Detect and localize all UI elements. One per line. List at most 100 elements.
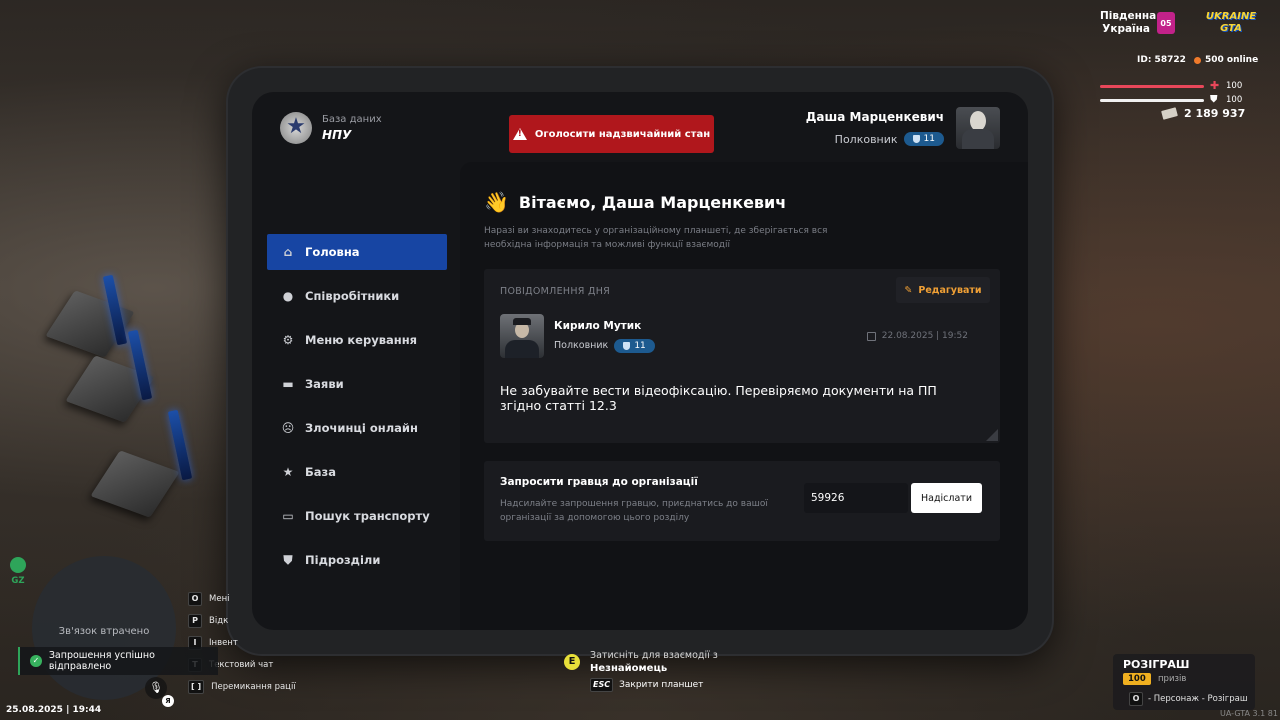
player-id-input[interactable] <box>804 483 908 513</box>
sidebar-item-control-menu[interactable]: ⚙ Меню керування <box>267 322 447 358</box>
users-icon: ● <box>282 289 294 303</box>
player-id: ID: 58722 <box>1137 55 1186 65</box>
sidebar-item-label: Підрозділи <box>305 553 381 567</box>
version-label: UA-GTA 3.1 81 <box>1220 709 1278 718</box>
police-star-icon <box>280 112 312 144</box>
armor-value: 100 <box>1226 95 1243 105</box>
money-display: 2 189 937 <box>1161 107 1245 120</box>
sidebar-item-vehicle-search[interactable]: ▭ Пошук транспорту <box>267 498 447 534</box>
region-line: Південна <box>1100 10 1157 22</box>
profile-rank: Полковник <box>834 132 898 146</box>
sidebar-item-label: Злочинці онлайн <box>305 421 418 435</box>
armor-bar <box>1100 99 1204 102</box>
page-title: 👋 Вітаємо, Даша Марценкевич <box>484 190 786 214</box>
giveaway-key: O <box>1129 692 1143 706</box>
sidebar-item-units[interactable]: ⛊ Підрозділи <box>267 542 447 578</box>
giveaway-subtitle: призів <box>1158 674 1187 684</box>
rank-badge-number: 11 <box>923 134 935 144</box>
server-number-badge: 05 <box>1157 12 1175 34</box>
user-profile: Даша Марценкевич Полковник 11 <box>806 107 1000 149</box>
pencil-icon: ✎ <box>904 284 913 296</box>
intro-text: Наразі ви знаходитесь у організаційному … <box>484 226 828 250</box>
author-avatar <box>500 314 544 358</box>
sidebar-item-applications[interactable]: ▬ Заяви <box>267 366 447 402</box>
armor-shield-icon: ⛊ <box>1210 94 1218 105</box>
folder-icon: ▬ <box>282 377 294 391</box>
send-invite-button[interactable]: Надіслати <box>911 483 982 513</box>
brand-line: GTA <box>1220 23 1242 34</box>
health-cross-icon: ✚ <box>1210 79 1220 92</box>
message-of-the-day-card: ПОВІДОМЛЕННЯ ДНЯ ✎ Редагувати Кирило Мут… <box>484 269 1000 443</box>
health-bar <box>1100 85 1204 88</box>
sidebar-nav: ⌂ Головна ● Співробітники ⚙ Меню керуван… <box>267 234 447 586</box>
avatar <box>956 107 1000 149</box>
game-datetime: 25.08.2025 | 19:44 <box>6 705 102 715</box>
author-rank-badge: 11 <box>614 338 655 353</box>
criminal-icon: ☹ <box>281 421 295 435</box>
sidebar-item-label: Співробітники <box>305 289 400 303</box>
badge-shield-icon <box>623 341 631 350</box>
interact-target: Незнайомець <box>590 663 668 674</box>
motd-label: ПОВІДОМЛЕННЯ ДНЯ <box>500 286 611 297</box>
car-icon: ▭ <box>282 509 294 523</box>
warning-icon <box>512 128 527 140</box>
resize-handle-icon[interactable] <box>986 429 998 441</box>
author-rank: Полковник <box>554 340 609 351</box>
invite-title: Запросити гравця до організації <box>500 476 698 488</box>
online-dot-icon <box>1194 56 1201 64</box>
profile-name: Даша Марценкевич <box>805 110 944 124</box>
sidebar-item-home[interactable]: ⌂ Головна <box>267 234 447 270</box>
sidebar-item-criminals-online[interactable]: ☹ Злочинці онлайн <box>267 410 447 446</box>
region-line: Україна <box>1102 23 1150 35</box>
key-hint: Текстовий чат <box>209 660 274 670</box>
giveaway-link: O - Персонаж - Розіграш <box>1129 692 1248 706</box>
giveaway-widget: РОЗІГРАШ 100 призів O - Персонаж - Розіг… <box>1113 654 1255 710</box>
brand-line: UKRAINE <box>1205 11 1257 22</box>
logo-title: НПУ <box>322 128 352 142</box>
sidebar-item-label: Головна <box>305 245 360 259</box>
tablet-screen: База даних НПУ Оголосити надзвичайний ст… <box>252 92 1028 630</box>
interact-key: E <box>564 654 580 670</box>
mic-key: Я <box>162 695 174 707</box>
gear-icon: ⚙ <box>282 333 294 347</box>
interact-hint: Затисніть для взаємодії з <box>590 650 718 661</box>
toast-text: Запрошення успішно відправлено <box>48 650 155 672</box>
motd-author: Кирило Мутик Полковник 11 <box>500 314 655 358</box>
home-icon: ⌂ <box>283 245 293 259</box>
keybind-hints: OМені PВідк IІнвент TТекстовий чат [ ]Пе… <box>188 588 296 698</box>
calendar-icon <box>866 331 876 341</box>
author-badge-number: 11 <box>634 340 646 351</box>
sidebar-item-employees[interactable]: ● Співробітники <box>267 278 447 314</box>
key-cap: P <box>188 614 202 628</box>
green-zone-label: GZ <box>11 576 25 586</box>
giveaway-count: 100 <box>1123 673 1151 685</box>
key-hint: Мені <box>209 594 230 604</box>
esc-key: ESC <box>590 678 614 692</box>
success-toast: ✓ Запрошення успішно відправлено <box>18 647 218 675</box>
sidebar-item-label: База <box>305 465 336 479</box>
online-text: 500 online <box>1205 55 1259 65</box>
key-hint: Відк <box>209 616 229 626</box>
close-tablet-label: Закрити планшет <box>619 680 704 690</box>
sidebar-item-base[interactable]: ★ База <box>267 454 447 490</box>
green-zone-indicator: GZ <box>9 557 27 586</box>
rank-badge: 11 <box>903 132 944 146</box>
green-zone-icon <box>10 557 26 573</box>
sidebar-item-label: Заяви <box>305 377 344 391</box>
invite-description: Надсилайте запрошення гравцю, приєднатис… <box>500 499 768 523</box>
main-content: 👋 Вітаємо, Даша Марценкевич Наразі ви зн… <box>460 162 1028 630</box>
welcome-text: Вітаємо, Даша Марценкевич <box>518 192 787 212</box>
declare-emergency-button[interactable]: Оголосити надзвичайний стан <box>509 115 714 153</box>
sidebar-item-label: Пошук транспорту <box>305 509 430 523</box>
key-hint: Перемикання рації <box>211 682 296 692</box>
declare-emergency-label: Оголосити надзвичайний стан <box>534 128 711 140</box>
key-cap: O <box>188 592 202 606</box>
edit-label: Редагувати <box>918 284 982 296</box>
minimap-status: Зв'язок втрачено <box>58 626 150 637</box>
edit-button[interactable]: ✎ Редагувати <box>896 277 990 303</box>
key-cap: [ ] <box>188 680 205 694</box>
online-count: 500 online <box>1194 55 1258 65</box>
star-icon: ★ <box>282 465 294 479</box>
hud-status: Південна Україна 05 UKRAINE GTA ID: 5872… <box>1100 10 1270 120</box>
background-laptop <box>90 450 180 518</box>
